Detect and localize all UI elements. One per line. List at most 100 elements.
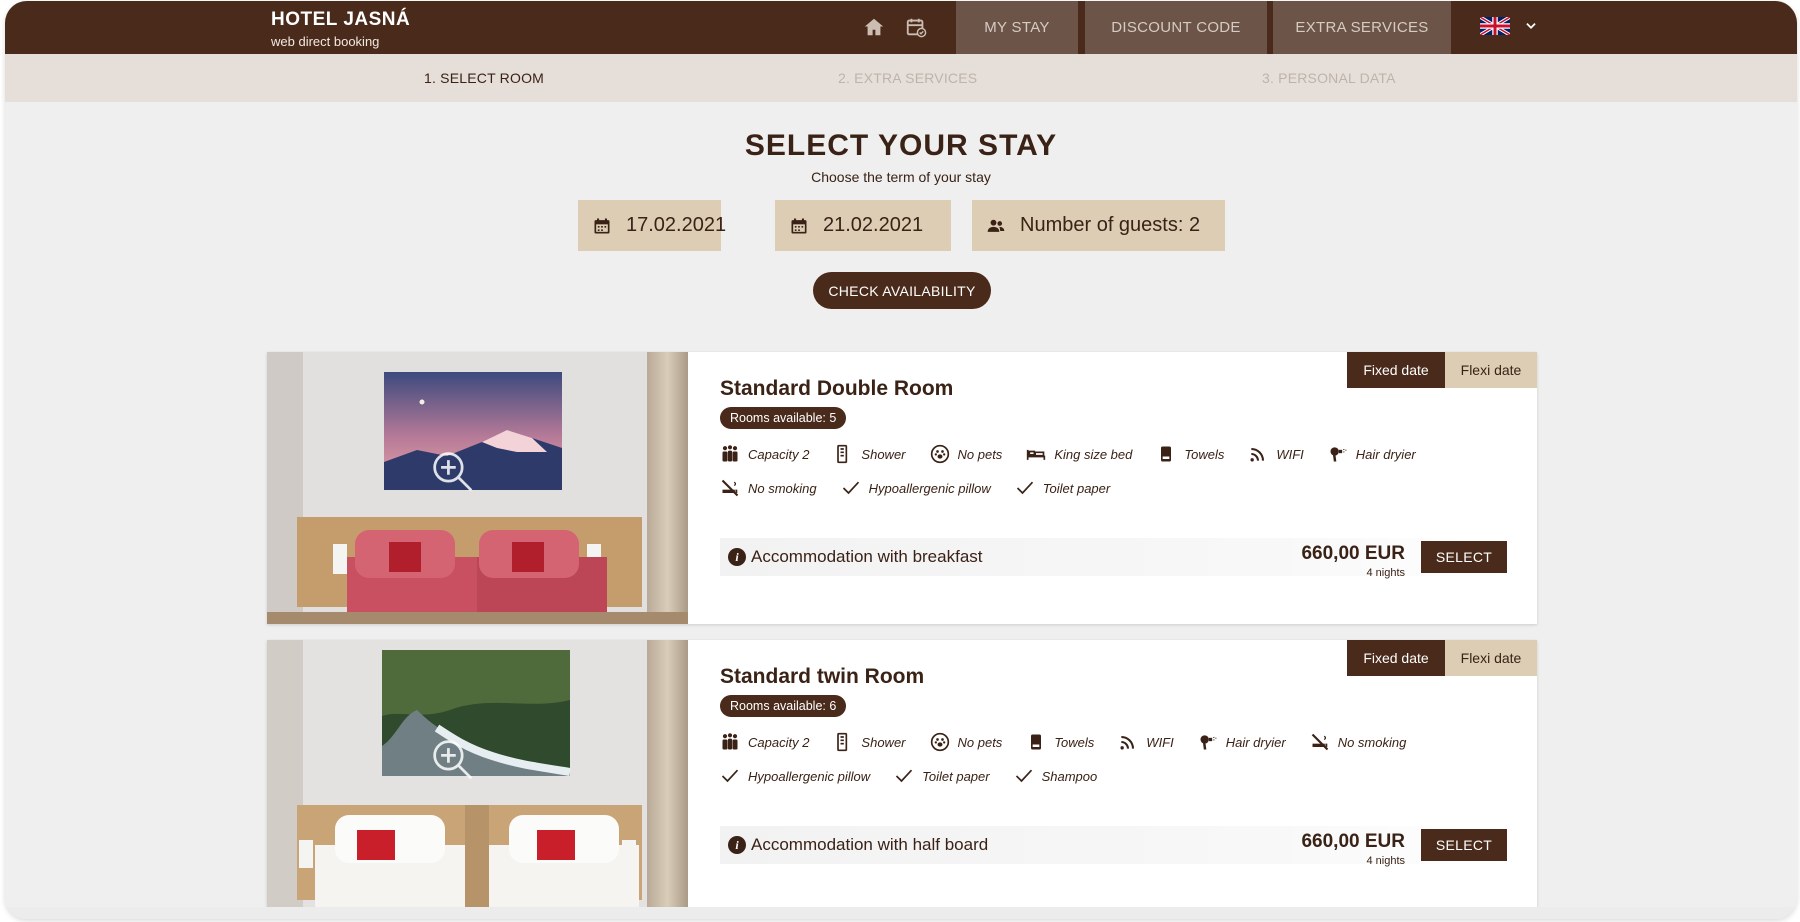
tab-my-stay[interactable]: MY STAY [956, 1, 1078, 54]
amenity-label: Towels [1054, 734, 1095, 750]
check-out-value: 21.02.2021 [823, 214, 924, 236]
select-room-button[interactable]: SELECT [1421, 829, 1507, 861]
room-photo-image [267, 352, 688, 624]
calendar-check-icon[interactable] [905, 16, 927, 38]
room-photo[interactable] [267, 352, 688, 624]
amenity-no-smoking: No smoking [1310, 732, 1407, 752]
check-icon [842, 481, 859, 495]
amenity-hair-dryer: Hair dryier [1328, 444, 1416, 464]
check-in-value: 17.02.2021 [626, 214, 727, 236]
page-bottom-edge [5, 907, 1797, 919]
zoom-in-icon[interactable] [431, 450, 475, 494]
room-card: Fixed date Flexi date Standard twin Room… [267, 640, 1537, 912]
info-icon[interactable]: i [728, 836, 746, 854]
amenity-label: Capacity 2 [748, 734, 810, 750]
availability-badge: Rooms available: 6 [720, 695, 847, 717]
tab-flexi-date[interactable]: Flexi date [1445, 352, 1537, 388]
room-card: Fixed date Flexi date Standard Double Ro… [267, 352, 1537, 624]
room-nights: 4 nights [1366, 567, 1405, 579]
amenity-wifi: WIFI [1118, 732, 1174, 752]
room-nights: 4 nights [1366, 855, 1405, 867]
booking-steps: 1. SELECT ROOM 2. EXTRA SERVICES 3. PERS… [5, 54, 1797, 102]
room-price: 660,00 EUR [1301, 543, 1405, 564]
board-label: Accommodation with half board [751, 835, 989, 854]
step-personal-data[interactable]: 3. PERSONAL DATA [1262, 70, 1396, 86]
users-icon [987, 219, 1005, 232]
amenity-towels: Towels [1156, 444, 1224, 464]
page-title: SELECT YOUR STAY [744, 129, 1058, 162]
select-room-button[interactable]: SELECT [1421, 541, 1507, 573]
language-selector[interactable] [1480, 17, 1538, 35]
check-availability-button[interactable]: CHECK AVAILABILITY [813, 272, 991, 309]
room-price: 660,00 EUR [1301, 831, 1405, 852]
shower-icon [837, 444, 848, 464]
tab-fixed-date[interactable]: Fixed date [1347, 640, 1445, 676]
step-extra-services[interactable]: 2. EXTRA SERVICES [838, 70, 977, 86]
guests-value: Number of guests: 2 [1020, 214, 1201, 236]
hotel-name: HOTEL JASNÁ [271, 9, 411, 30]
amenity-hypoallergenic-pillow: Hypoallergenic pillow [720, 766, 870, 786]
top-bar: HOTEL JASNÁ web direct booking MY STAY D… [5, 1, 1797, 54]
amenities-list: Capacity 2 Shower No pets Towels WIFI Ha… [720, 732, 1480, 786]
check-in-field[interactable]: 17.02.2021 [578, 200, 726, 251]
room-photo-image [267, 640, 688, 912]
check-icon [1016, 481, 1033, 495]
rate-tabs: Fixed date Flexi date [1347, 640, 1537, 676]
bed-icon [1027, 449, 1046, 460]
amenity-label: Capacity 2 [748, 446, 810, 462]
amenity-shampoo: Shampoo [1014, 766, 1098, 786]
amenity-label: Toilet paper [922, 768, 990, 784]
people-icon [722, 445, 738, 462]
availability-badge: Rooms available: 5 [720, 407, 847, 429]
amenity-label: Hair dryier [1225, 734, 1286, 750]
zoom-in-icon[interactable] [431, 738, 475, 782]
amenities-list: Capacity 2 Shower No pets King size bed … [720, 444, 1480, 498]
home-icon[interactable] [863, 16, 885, 38]
amenity-label: No smoking [748, 480, 817, 496]
info-icon[interactable]: i [728, 548, 746, 566]
amenity-label: No pets [957, 446, 1003, 462]
check-out-field[interactable]: 21.02.2021 [775, 200, 951, 251]
rate-tabs: Fixed date Flexi date [1347, 352, 1537, 388]
amenity-label: Hypoallergenic pillow [868, 480, 991, 496]
amenity-label: Shower [861, 446, 906, 462]
board-label: Accommodation with breakfast [751, 547, 983, 566]
tab-extra-services[interactable]: EXTRA SERVICES [1273, 1, 1451, 54]
amenity-hypoallergenic-pillow: Hypoallergenic pillow [841, 478, 991, 498]
amenity-label: Toilet paper [1042, 480, 1111, 496]
amenity-toilet-paper: Toilet paper [894, 766, 990, 786]
brand[interactable]: HOTEL JASNÁ web direct booking [271, 9, 410, 49]
amenity-toilet-paper: Toilet paper [1015, 478, 1110, 498]
browser-frame: HOTEL JASNÁ web direct booking MY STAY D… [5, 1, 1797, 919]
amenity-bed: King size bed [1026, 444, 1132, 464]
amenity-shower: Shower [833, 444, 906, 464]
paw-icon [930, 444, 949, 464]
tab-flexi-date[interactable]: Flexi date [1445, 640, 1537, 676]
paw-icon [930, 732, 949, 752]
amenity-label: WIFI [1146, 734, 1174, 750]
room-name: Standard twin Room [720, 665, 925, 688]
amenity-towels: Towels [1026, 732, 1094, 752]
towel-icon [1031, 734, 1042, 750]
step-select-room[interactable]: 1. SELECT ROOM [424, 70, 544, 86]
amenity-capacity: Capacity 2 [720, 444, 809, 464]
no-smoking-icon [1311, 733, 1328, 751]
amenity-label: Hypoallergenic pillow [748, 768, 871, 784]
guests-field[interactable]: Number of guests: 2 [972, 200, 1225, 251]
room-photo[interactable] [267, 640, 688, 912]
tab-discount-code[interactable]: DISCOUNT CODE [1085, 1, 1267, 54]
amenity-label: Hair dryier [1355, 446, 1416, 462]
chevron-down-icon [1526, 23, 1536, 29]
amenity-label: No smoking [1337, 734, 1407, 750]
page-subtitle: Choose the term of your stay [811, 169, 991, 185]
amenity-no-pets: No pets [930, 732, 1003, 752]
check-icon [1015, 769, 1032, 783]
calendar-icon [594, 218, 610, 233]
amenity-label: No pets [957, 734, 1003, 750]
hotel-subtitle: web direct booking [271, 34, 380, 49]
hair-dryer-icon [1200, 735, 1217, 750]
amenity-label: Shampoo [1041, 768, 1098, 784]
uk-flag-icon [1480, 17, 1510, 35]
amenity-label: Shower [861, 734, 906, 750]
tab-fixed-date[interactable]: Fixed date [1347, 352, 1445, 388]
